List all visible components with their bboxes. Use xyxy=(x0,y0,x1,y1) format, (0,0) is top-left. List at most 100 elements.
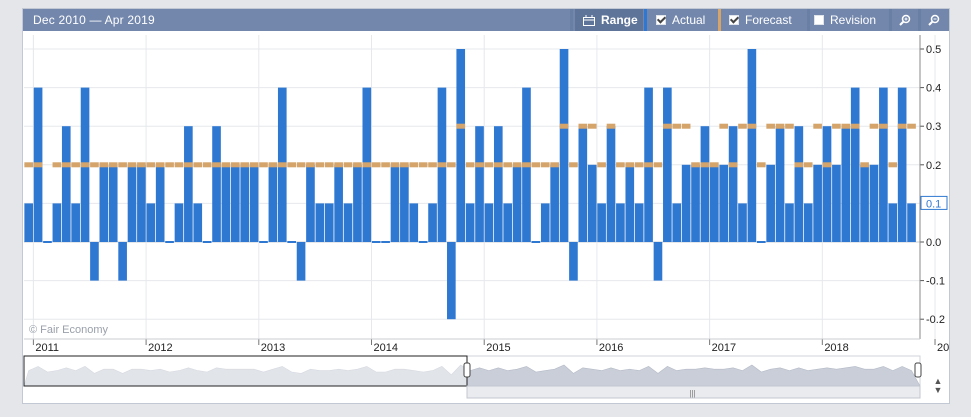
forecast-marker[interactable] xyxy=(155,162,165,168)
forecast-marker[interactable] xyxy=(24,162,34,168)
actual-bar[interactable] xyxy=(127,164,137,242)
forecast-marker[interactable] xyxy=(437,162,447,168)
actual-bar[interactable] xyxy=(52,203,62,242)
forecast-marker[interactable] xyxy=(484,162,494,168)
actual-bar[interactable] xyxy=(841,126,851,242)
forecast-marker[interactable] xyxy=(249,162,259,168)
actual-bar[interactable] xyxy=(371,241,381,243)
forecast-marker[interactable] xyxy=(634,162,644,168)
actual-bar[interactable] xyxy=(409,203,419,242)
actual-bar[interactable] xyxy=(456,49,466,242)
forecast-marker[interactable] xyxy=(644,162,653,168)
forecast-marker[interactable] xyxy=(503,162,513,168)
actual-bar[interactable] xyxy=(803,203,813,242)
actual-bar[interactable] xyxy=(869,164,879,242)
actual-bar[interactable] xyxy=(212,126,221,242)
actual-bar[interactable] xyxy=(738,203,747,242)
actual-bar[interactable] xyxy=(569,242,578,281)
actual-bar[interactable] xyxy=(653,242,663,281)
actual-bar[interactable] xyxy=(634,203,644,242)
forecast-marker[interactable] xyxy=(691,162,700,168)
forecast-marker[interactable] xyxy=(400,162,409,168)
actual-bar[interactable] xyxy=(343,203,353,242)
actual-bar[interactable] xyxy=(447,242,456,320)
navigator-handle[interactable] xyxy=(463,362,471,378)
forecast-marker[interactable] xyxy=(334,162,343,168)
forecast-marker[interactable] xyxy=(869,123,879,129)
forecast-marker[interactable] xyxy=(879,123,888,129)
forecast-marker[interactable] xyxy=(888,162,898,168)
forecast-marker[interactable] xyxy=(766,123,775,129)
forecast-marker[interactable] xyxy=(456,123,466,129)
forecast-marker[interactable] xyxy=(296,162,306,168)
actual-bar[interactable] xyxy=(287,241,296,243)
forecast-marker[interactable] xyxy=(118,162,127,168)
forecast-marker[interactable] xyxy=(550,162,559,168)
actual-bar[interactable] xyxy=(606,126,616,242)
forecast-marker[interactable] xyxy=(221,162,231,168)
forecast-marker[interactable] xyxy=(578,123,588,129)
actual-bar[interactable] xyxy=(306,164,315,242)
forecast-marker[interactable] xyxy=(531,162,541,168)
actual-bar[interactable] xyxy=(465,203,475,242)
forecast-marker[interactable] xyxy=(108,162,118,168)
forecast-marker[interactable] xyxy=(259,162,268,168)
forecast-marker[interactable] xyxy=(71,162,80,168)
actual-bar[interactable] xyxy=(249,164,259,242)
actual-bar[interactable] xyxy=(785,203,794,242)
actual-bar[interactable] xyxy=(240,164,250,242)
forecast-marker[interactable] xyxy=(822,162,832,168)
forecast-marker[interactable] xyxy=(447,162,456,168)
actual-bar[interactable] xyxy=(24,203,34,242)
forecast-marker[interactable] xyxy=(832,123,841,129)
actual-bar[interactable] xyxy=(550,164,559,242)
actual-bar[interactable] xyxy=(184,126,193,242)
actual-bar[interactable] xyxy=(259,241,268,243)
actual-bar[interactable] xyxy=(475,126,484,242)
forecast-marker[interactable] xyxy=(184,162,193,168)
actual-bar[interactable] xyxy=(616,203,625,242)
forecast-marker[interactable] xyxy=(587,123,597,129)
actual-bar[interactable] xyxy=(146,203,156,242)
actual-bar[interactable] xyxy=(193,203,203,242)
actual-bar[interactable] xyxy=(578,126,588,242)
forecast-marker[interactable] xyxy=(813,123,822,129)
forecast-marker[interactable] xyxy=(907,123,916,129)
forecast-marker[interactable] xyxy=(390,162,400,168)
actual-bar[interactable] xyxy=(221,164,231,242)
actual-bar[interactable] xyxy=(381,241,390,243)
actual-bar[interactable] xyxy=(691,164,700,242)
actual-bar[interactable] xyxy=(484,203,494,242)
actual-bar[interactable] xyxy=(625,164,635,242)
actual-bar[interactable] xyxy=(137,164,146,242)
forecast-marker[interactable] xyxy=(747,123,757,129)
actual-bar[interactable] xyxy=(108,164,118,242)
forecast-marker[interactable] xyxy=(99,162,109,168)
actual-bar[interactable] xyxy=(512,164,522,242)
forecast-marker[interactable] xyxy=(625,162,635,168)
actual-bar[interactable] xyxy=(400,164,409,242)
actual-bar[interactable] xyxy=(832,164,841,242)
forecast-marker[interactable] xyxy=(616,162,625,168)
actual-bar[interactable] xyxy=(324,203,334,242)
actual-bar[interactable] xyxy=(756,241,766,243)
scrollbar-grip[interactable]: ||| xyxy=(690,389,696,398)
actual-bar[interactable] xyxy=(728,126,738,242)
scroll-arrows[interactable]: ▲ ▼ xyxy=(928,377,948,399)
actual-bar[interactable] xyxy=(531,241,541,243)
forecast-marker[interactable] xyxy=(381,162,390,168)
forecast-marker[interactable] xyxy=(268,162,278,168)
forecast-marker[interactable] xyxy=(343,162,353,168)
actual-bar[interactable] xyxy=(700,126,710,242)
actual-bar[interactable] xyxy=(879,87,888,242)
actual-bar[interactable] xyxy=(71,203,80,242)
forecast-marker[interactable] xyxy=(174,162,184,168)
actual-bar[interactable] xyxy=(315,203,325,242)
forecast-marker[interactable] xyxy=(80,162,90,168)
forecast-marker[interactable] xyxy=(700,162,710,168)
forecast-marker[interactable] xyxy=(681,123,691,129)
actual-bar[interactable] xyxy=(296,242,306,281)
actual-bar[interactable] xyxy=(165,241,174,243)
actual-bar[interactable] xyxy=(888,203,898,242)
forecast-marker[interactable] xyxy=(738,123,747,129)
